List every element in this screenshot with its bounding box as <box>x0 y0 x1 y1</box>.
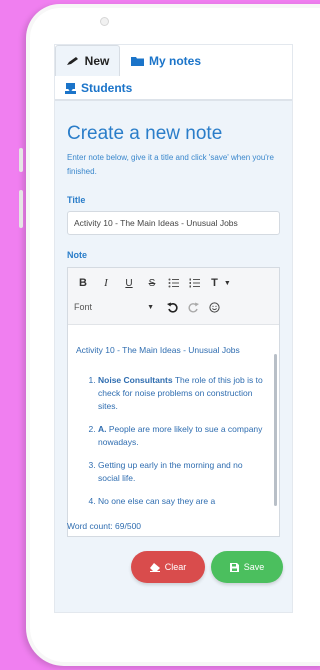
caret-down-icon: ▼ <box>147 303 154 311</box>
emoji-icon <box>208 301 220 313</box>
text-style-dropdown[interactable]: T ▼ <box>208 276 234 290</box>
list-item: Getting up early in the morning and no s… <box>98 459 264 485</box>
tab-my-notes[interactable]: My notes <box>131 54 201 68</box>
tab-bar: New My notes Students <box>55 45 292 101</box>
list-item-text: No one else can say they are a <box>98 496 216 506</box>
clear-button[interactable]: Clear <box>131 551 205 583</box>
editor-toolbar: B I U S T ▼ Font ▼ <box>68 268 279 325</box>
text-style-label: T <box>211 277 218 289</box>
word-count: Word count: 69/500 <box>67 521 142 531</box>
camera-icon <box>100 17 109 26</box>
tab-new[interactable]: New <box>55 45 120 76</box>
note-label: Note <box>67 250 87 260</box>
note-list: Noise Consultants The role of this job i… <box>68 374 264 518</box>
save-button[interactable]: Save <box>211 551 283 583</box>
page-title: Create a new note <box>67 123 223 144</box>
tab-divider <box>55 99 292 101</box>
save-icon <box>229 562 239 572</box>
tab-my-notes-label: My notes <box>149 54 202 68</box>
underline-button[interactable]: U <box>122 276 136 290</box>
redo-button[interactable] <box>186 299 200 315</box>
note-editor[interactable]: B I U S T ▼ Font ▼ Activity 10 - The Mai… <box>67 267 280 537</box>
list-item: A. People are more likely to sue a compa… <box>98 423 264 449</box>
list-item-text: People are more likely to sue a company … <box>98 424 263 447</box>
phone-side-button <box>19 190 23 228</box>
students-icon <box>65 82 76 94</box>
bullet-list-button[interactable] <box>166 276 180 290</box>
list-item-text: Getting up early in the morning and no s… <box>98 460 243 483</box>
note-heading: Activity 10 - The Main Ideas - Unusual J… <box>76 345 240 355</box>
redo-icon <box>187 302 199 313</box>
list-item-bold: A. <box>98 424 107 434</box>
numbered-list-button[interactable] <box>187 276 201 290</box>
list-item: Noise Consultants The role of this job i… <box>98 374 264 413</box>
phone-side-button <box>19 148 23 172</box>
tab-new-label: New <box>84 54 110 68</box>
bullet-list-icon <box>168 278 179 288</box>
app-screen: New My notes Students Create a new note … <box>54 44 293 613</box>
list-item-bold: Noise Consultants <box>98 375 173 385</box>
caret-down-icon: ▼ <box>223 279 231 287</box>
eraser-icon <box>149 562 160 572</box>
tab-students[interactable]: Students <box>65 81 132 95</box>
italic-button[interactable]: I <box>99 276 113 290</box>
bold-button[interactable]: B <box>76 276 90 290</box>
emoji-button[interactable] <box>207 299 221 315</box>
pen-icon <box>66 57 78 65</box>
page-instructions: Enter note below, give it a title and cl… <box>67 153 274 176</box>
numbered-list-icon <box>189 278 200 288</box>
list-item: No one else can say they are a <box>98 495 264 508</box>
editor-scrollbar[interactable] <box>274 354 277 506</box>
folder-icon <box>131 57 144 66</box>
title-label: Title <box>67 195 86 205</box>
undo-button[interactable] <box>165 299 179 315</box>
title-input[interactable] <box>67 211 280 235</box>
strikethrough-button[interactable]: S <box>145 276 159 290</box>
undo-icon <box>166 302 178 313</box>
note-content[interactable]: Activity 10 - The Main Ideas - Unusual J… <box>68 328 271 532</box>
save-button-label: Save <box>243 562 265 572</box>
clear-button-label: Clear <box>164 562 187 572</box>
tab-students-label: Students <box>81 81 133 95</box>
font-select-label: Font <box>74 302 93 312</box>
font-select[interactable]: Font ▼ <box>74 299 154 315</box>
